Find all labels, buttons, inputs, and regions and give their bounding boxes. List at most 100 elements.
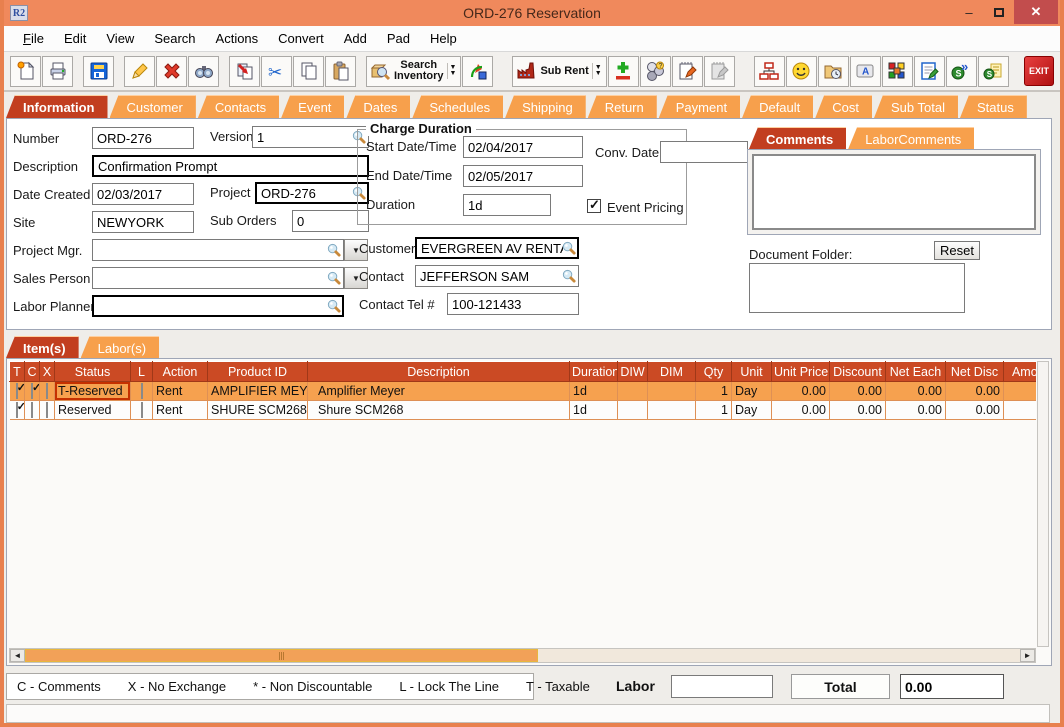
cell-unit-price[interactable]: 0.00 (772, 382, 830, 401)
cell-action[interactable]: Rent (153, 382, 208, 401)
number-input[interactable] (92, 127, 194, 149)
document-edit-button[interactable] (914, 56, 945, 87)
folder-history-button[interactable] (818, 56, 849, 87)
cell-amount[interactable]: 0.00 (1004, 401, 1037, 420)
description-input[interactable] (92, 155, 369, 177)
scroll-left-arrow[interactable]: ◄ (10, 649, 25, 662)
customer-input[interactable] (415, 237, 579, 259)
cell-unit[interactable]: Day (732, 382, 772, 401)
site-input[interactable] (92, 211, 194, 233)
cell-qty[interactable]: 1 (696, 382, 732, 401)
x-checkbox[interactable] (46, 383, 48, 399)
inventory-cubes-button[interactable] (882, 56, 913, 87)
sales-person-lookup-icon[interactable] (326, 270, 341, 285)
paste-button[interactable] (325, 56, 356, 87)
tab-cost[interactable]: Cost (815, 95, 872, 118)
labor-planner-input[interactable] (92, 295, 344, 317)
cell-qty[interactable]: 1 (696, 401, 732, 420)
cut-button[interactable]: ✂ (261, 56, 292, 87)
cell-discount[interactable]: 0.00 (830, 401, 886, 420)
menu-view[interactable]: View (97, 28, 143, 49)
notes-disabled-button[interactable] (704, 56, 735, 87)
cell-unit[interactable]: Day (732, 401, 772, 420)
cell-c[interactable] (25, 401, 40, 420)
item-row-2[interactable]: Reserved Rent SHURE SCM268 Shure SCM268 … (10, 401, 1037, 420)
cell-dim[interactable] (648, 401, 696, 420)
cell-x[interactable] (40, 401, 55, 420)
availability-button[interactable] (462, 56, 493, 87)
cell-unit-price[interactable]: 0.00 (772, 401, 830, 420)
cell-discount[interactable]: 0.00 (830, 382, 886, 401)
l-checkbox[interactable] (141, 383, 143, 399)
cell-c[interactable] (25, 382, 40, 401)
cell-diw[interactable] (618, 382, 648, 401)
col-c[interactable]: C (25, 362, 40, 382)
contact-lookup-icon[interactable] (561, 268, 576, 283)
cell-t[interactable] (10, 401, 25, 420)
contact-tel-input[interactable] (447, 293, 579, 315)
menu-actions[interactable]: Actions (207, 28, 268, 49)
copy-special-button[interactable] (229, 56, 260, 87)
x-checkbox[interactable] (46, 402, 48, 418)
sub-rent-button[interactable]: Sub Rent ▼▼ (512, 56, 606, 87)
l-checkbox[interactable] (141, 402, 143, 418)
add-remove-button[interactable] (608, 56, 639, 87)
cell-description[interactable]: Amplifier Meyer (308, 382, 570, 401)
cell-l[interactable] (131, 401, 153, 420)
delete-button[interactable] (156, 56, 187, 87)
project-mgr-lookup-icon[interactable] (326, 242, 341, 257)
c-checkbox[interactable] (31, 383, 33, 399)
cell-dim[interactable] (648, 382, 696, 401)
tab-information[interactable]: Information (6, 95, 108, 118)
item-row-1[interactable]: T-Reserved Rent AMPLIFIER MEY... Amplifi… (10, 382, 1037, 401)
col-product-id[interactable]: Product ID (208, 362, 308, 382)
sub-rent-dropdown[interactable]: ▼▼ (592, 63, 604, 79)
menu-file[interactable]: File (14, 28, 53, 49)
cell-duration[interactable]: 1d (570, 401, 618, 420)
menu-convert[interactable]: Convert (269, 28, 333, 49)
tab-default[interactable]: Default (742, 95, 813, 118)
col-unit[interactable]: Unit (732, 362, 772, 382)
cell-status[interactable]: T-Reserved (55, 382, 131, 401)
start-date-input[interactable] (463, 136, 583, 158)
comments-textarea[interactable] (752, 154, 1036, 230)
col-amount[interactable]: Amount (1004, 362, 1037, 382)
col-dim[interactable]: DIM (648, 362, 696, 382)
tab-comments[interactable]: Comments (749, 127, 846, 149)
menu-pad[interactable]: Pad (378, 28, 419, 49)
tab-contacts[interactable]: Contacts (198, 95, 279, 118)
col-diw[interactable]: DIW (618, 362, 648, 382)
cell-net-each[interactable]: 0.00 (886, 401, 946, 420)
col-description[interactable]: Description (308, 362, 570, 382)
hierarchy-button[interactable] (754, 56, 785, 87)
document-folder-box[interactable] (749, 263, 965, 313)
col-unit-price[interactable]: Unit Price (772, 362, 830, 382)
exit-button[interactable]: EXIT (1024, 56, 1054, 86)
cell-x[interactable] (40, 382, 55, 401)
notes-edit-button[interactable] (672, 56, 703, 87)
cell-product-id[interactable]: SHURE SCM268 (208, 401, 308, 420)
col-t[interactable]: T (10, 362, 25, 382)
new-document-button[interactable] (10, 56, 41, 87)
minimize-button[interactable]: – (954, 0, 984, 24)
event-pricing-checkbox[interactable] (587, 199, 601, 213)
money-note-button[interactable]: S (978, 56, 1009, 87)
cell-duration[interactable]: 1d (570, 382, 618, 401)
vertical-scrollbar[interactable] (1037, 361, 1049, 647)
sales-person-input[interactable] (92, 267, 344, 289)
tab-items[interactable]: Item(s) (6, 336, 79, 358)
cell-status[interactable]: Reserved (55, 401, 131, 420)
col-duration[interactable]: Duration (570, 362, 618, 382)
t-checkbox[interactable] (16, 402, 18, 418)
col-status[interactable]: Status (55, 362, 131, 382)
tab-payment[interactable]: Payment (659, 95, 740, 118)
scroll-track[interactable] (538, 649, 1021, 662)
menu-help[interactable]: Help (421, 28, 466, 49)
user-groups-button[interactable]: ? (640, 56, 671, 87)
tab-dates[interactable]: Dates (346, 95, 410, 118)
tab-event[interactable]: Event (281, 95, 344, 118)
maximize-button[interactable] (984, 0, 1014, 24)
tab-schedules[interactable]: Schedules (412, 95, 503, 118)
tab-shipping[interactable]: Shipping (505, 95, 586, 118)
shortcut-key-button[interactable]: A (850, 56, 881, 87)
